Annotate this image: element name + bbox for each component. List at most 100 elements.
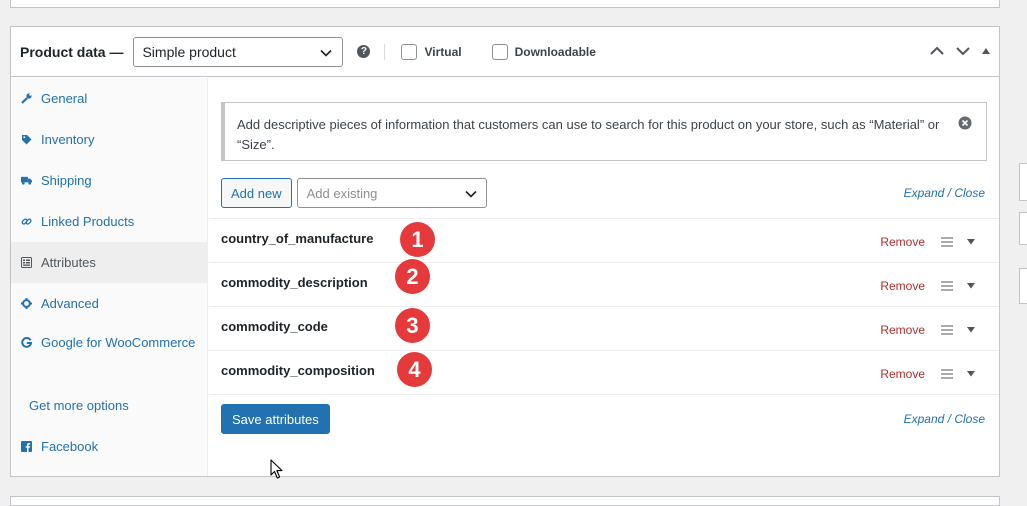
number-marker: 1 [400,222,435,257]
expand-close-links: Expand / Close [904,186,985,200]
downloadable-checkbox[interactable]: Downloadable [491,43,596,60]
tab-general[interactable]: General [11,78,207,119]
facebook-icon [21,441,32,452]
product-type-value: Simple product [142,43,236,60]
side-panel-edge [1019,212,1027,245]
close-icon[interactable] [958,116,972,130]
number-marker: 2 [395,259,430,294]
number-marker: 4 [397,352,432,387]
tab-google-for-woocommerce[interactable]: Google for WooCommerce [11,324,207,385]
tab-label: Advanced [41,296,99,311]
remove-link[interactable]: Remove [880,367,925,381]
question-circle-icon[interactable]: ? [357,45,371,58]
chevron-down-icon [320,44,333,60]
caret-down-icon[interactable] [967,283,975,289]
notice-text: Add descriptive pieces of information th… [237,117,940,152]
virtual-label: Virtual [424,44,462,59]
tab-label: Facebook [41,439,99,454]
close-link[interactable]: Close [954,412,985,426]
next-panel [10,496,1000,506]
remove-link[interactable]: Remove [880,323,925,337]
expand-link[interactable]: Expand [904,186,945,200]
attribute-name[interactable]: commodity_composition [221,363,375,378]
row-actions: Remove [880,367,975,381]
previous-panel [10,0,1000,8]
tab-label: Linked Products [41,214,135,229]
panel-controls [929,43,991,59]
caret-down-icon[interactable] [967,239,975,245]
row-actions: Remove [880,279,975,293]
save-attributes-button[interactable]: Save attributes [221,404,330,434]
add-existing-placeholder: Add existing [306,185,378,201]
drag-handle-icon[interactable] [941,369,953,379]
wrench-icon [21,93,32,104]
attributes-toolbar: Add new Add existing Expand / Close [221,178,985,208]
panel-header: Product data — Simple product ? Virtual … [11,27,999,77]
attribute-row[interactable]: commodity_description 2 Remove [209,259,999,307]
row-actions: Remove [880,323,975,337]
tab-label: Google for WooCommerce [41,335,196,350]
caret-down-icon[interactable] [967,327,975,333]
tab-label: Inventory [41,132,95,147]
link-separator: / [944,412,955,426]
tab-inventory[interactable]: Inventory [11,119,207,160]
expand-link[interactable]: Expand [904,412,945,426]
remove-link[interactable]: Remove [880,279,925,293]
divider [384,43,386,60]
downloadable-label: Downloadable [514,44,596,59]
virtual-checkbox[interactable]: Virtual [401,43,462,60]
close-link[interactable]: Close [954,186,985,200]
tab-label: Attributes [41,255,96,270]
tab-get-more-options[interactable]: Get more options [11,385,207,426]
chevron-down-icon [465,186,477,201]
google-icon [21,334,33,348]
tab-label-wrap: Google for WooCommerce [21,333,195,353]
info-notice: Add descriptive pieces of information th… [221,102,987,161]
truck-icon [21,175,32,186]
attribute-name[interactable]: commodity_code [221,319,328,334]
attribute-row[interactable]: country_of_manufacture 1 Remove [209,219,999,263]
tab-facebook[interactable]: Facebook [11,426,207,467]
tab-linked-products[interactable]: Linked Products [11,201,207,242]
tab-attributes[interactable]: Attributes [11,242,207,283]
tab-advanced[interactable]: Advanced [11,283,207,324]
checkbox-box[interactable] [491,43,508,60]
product-data-panel: Product data — Simple product ? Virtual … [10,26,1000,477]
tag-icon [21,134,32,145]
tab-label: General [41,91,88,106]
tab-label: Shipping [41,173,92,188]
side-panel-edge [1019,268,1027,304]
attribute-row[interactable]: commodity_code 3 Remove [209,307,999,351]
drag-handle-icon[interactable] [941,237,953,247]
attributes-footer: Save attributes Expand / Close [221,404,985,434]
collapse-toggle-icon[interactable] [981,43,991,59]
attribute-row[interactable]: commodity_composition 4 Remove [209,351,999,395]
product-data-tabs: General Inventory Shipping Linked Produc… [11,78,208,476]
mouse-pointer-icon [270,459,284,483]
move-up-icon[interactable] [929,43,945,59]
link-icon [21,216,32,227]
add-new-button[interactable]: Add new [221,178,292,208]
side-panel-edge [1019,163,1027,201]
panel-title: Product data — [20,43,124,60]
product-type-select[interactable]: Simple product [133,36,344,67]
attributes-panel: Add descriptive pieces of information th… [209,78,999,476]
gear-icon [21,298,32,309]
move-down-icon[interactable] [955,43,971,59]
attribute-name[interactable]: country_of_manufacture [221,231,373,246]
attribute-list: country_of_manufacture 1 Remove commodit… [209,218,999,395]
drag-handle-icon[interactable] [941,281,953,291]
list-icon [21,257,32,268]
add-existing-select[interactable]: Add existing [296,178,487,208]
remove-link[interactable]: Remove [880,235,925,249]
expand-close-links: Expand / Close [904,412,985,426]
tab-label: Get more options [29,398,129,413]
attribute-name[interactable]: commodity_description [221,275,368,290]
number-marker: 3 [395,308,430,343]
tab-shipping[interactable]: Shipping [11,160,207,201]
caret-down-icon[interactable] [967,371,975,377]
drag-handle-icon[interactable] [941,325,953,335]
checkbox-box[interactable] [401,43,418,60]
row-actions: Remove [880,235,975,249]
link-separator: / [944,186,955,200]
